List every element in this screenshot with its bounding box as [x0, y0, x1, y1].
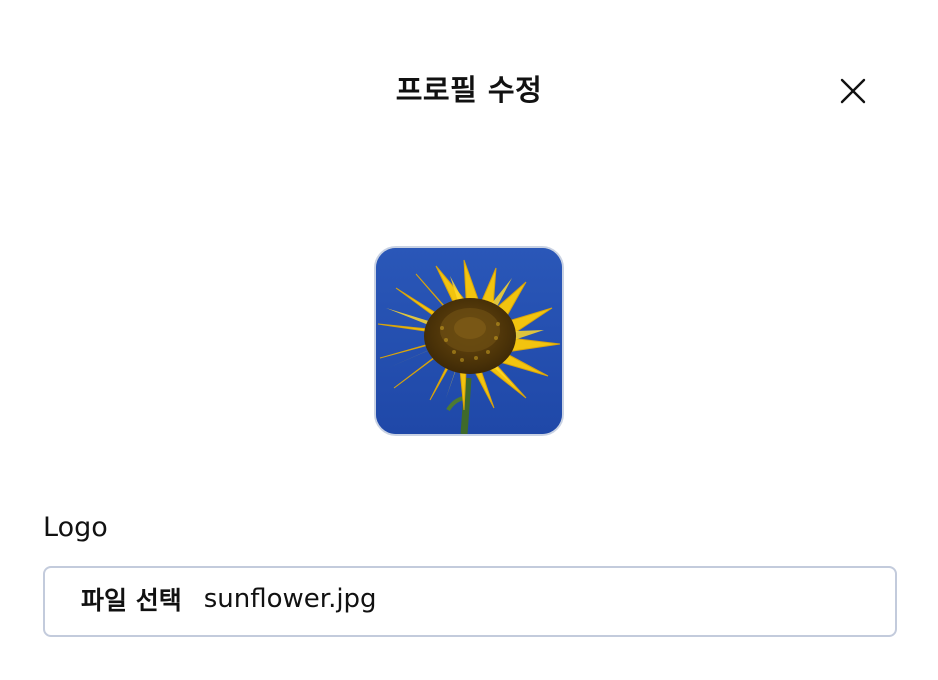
edit-profile-dialog: 프로필 수정 Logo 파일 선택 sunflower.jpg	[0, 0, 938, 680]
sunflower-image	[376, 248, 562, 434]
logo-file-input[interactable]: 파일 선택 sunflower.jpg	[43, 566, 897, 637]
logo-field-label: Logo	[43, 512, 108, 543]
close-button[interactable]	[834, 72, 872, 110]
close-icon	[840, 78, 866, 104]
selected-file-name: sunflower.jpg	[203, 583, 377, 614]
profile-avatar-preview	[374, 246, 564, 436]
choose-file-button[interactable]: 파일 선택	[81, 581, 182, 617]
dialog-title: 프로필 수정	[395, 73, 543, 107]
